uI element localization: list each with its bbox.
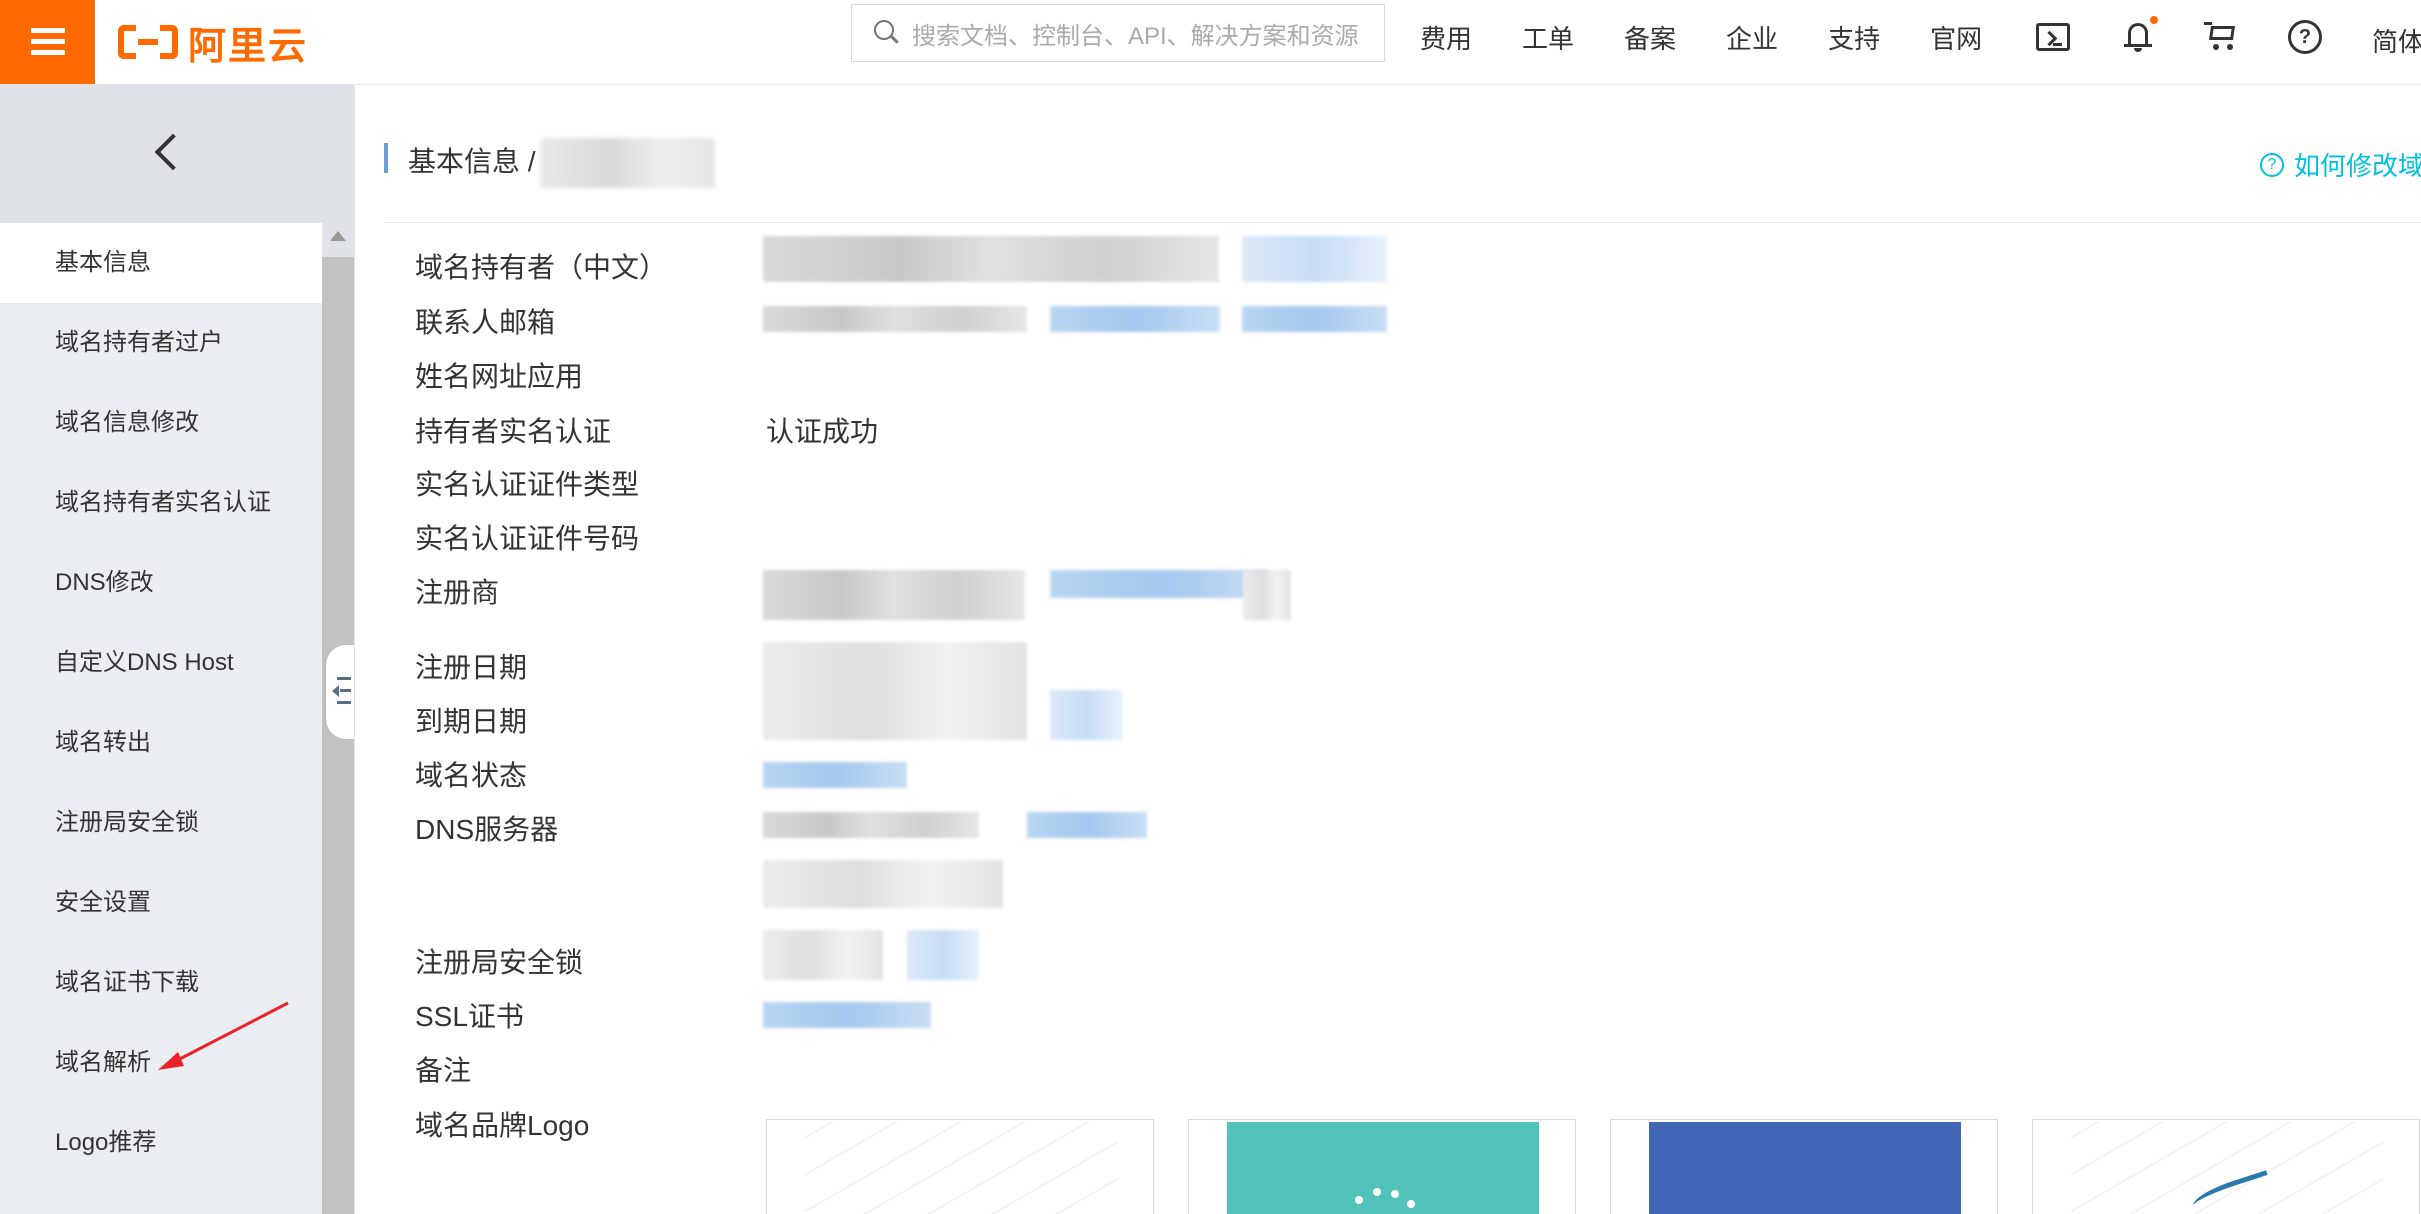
sidebar-item-dns-resolve[interactable]: 域名解析: [0, 1023, 322, 1103]
breadcrumb-accent: [384, 143, 388, 173]
sidebar: 基本信息 域名持有者过户 域名信息修改 域名持有者实名认证 DNS修改 自定义D…: [0, 223, 322, 1214]
sidebar-divider: [354, 85, 355, 1214]
label-brand-logo: 域名品牌Logo: [415, 1110, 590, 1141]
logo-image-4: [2071, 1122, 2383, 1214]
redacted-email-link-1[interactable]: [1050, 306, 1220, 332]
how-to-modify-link[interactable]: ? 如何修改域: [2260, 146, 2421, 183]
brand-name: 阿里云: [188, 25, 309, 68]
logo-card-2[interactable]: [1188, 1119, 1576, 1214]
logo-card-3[interactable]: [1610, 1119, 1998, 1214]
menu-button[interactable]: [0, 0, 95, 84]
terminal-icon[interactable]: [2036, 23, 2070, 51]
label-registrar: 注册商: [415, 577, 500, 608]
search-placeholder: 搜索文档、控制台、API、解决方案和资源: [912, 22, 1359, 50]
logo-image-2: [1227, 1122, 1539, 1214]
logo-card-4[interactable]: [2032, 1119, 2420, 1214]
aliyun-logo[interactable]: 阿里云: [118, 14, 308, 70]
collapse-arrow-icon: [332, 685, 339, 697]
redacted-registrar: [763, 570, 1025, 620]
annotation-arrow: [158, 1001, 289, 1070]
redacted-dns-server-2: [763, 860, 1003, 908]
nav-official-site[interactable]: 官网: [1930, 19, 1982, 56]
label-realname-auth: 持有者实名认证: [415, 416, 612, 447]
sidebar-item-logo[interactable]: Logo推荐: [0, 1103, 322, 1183]
sidebar-item-realname-auth[interactable]: 域名持有者实名认证: [0, 463, 322, 543]
logo-image-1: [805, 1122, 1117, 1214]
sidebar-item-transfer-out[interactable]: 域名转出: [0, 703, 322, 783]
aliyun-logo-icon: [118, 25, 178, 59]
hamburger-icon: [30, 28, 65, 56]
label-registry-lock: 注册局安全锁: [415, 947, 584, 978]
breadcrumb: 基本信息 /: [408, 146, 536, 177]
redacted-dates: [763, 642, 1027, 740]
scroll-up-icon[interactable]: [330, 231, 346, 241]
question-icon: ?: [2260, 152, 2284, 177]
top-bar: 阿里云 搜索文档、控制台、API、解决方案和资源 费用 工单 备案 企业 支持 …: [0, 0, 2421, 85]
how-to-modify-label: 如何修改域: [2294, 151, 2421, 181]
nav-fees[interactable]: 费用: [1420, 19, 1472, 56]
nav-tickets[interactable]: 工单: [1522, 19, 1574, 56]
collapse-sidebar-toggle[interactable]: [326, 645, 354, 739]
search-icon: [852, 4, 912, 62]
sidebar-item-dns-modify[interactable]: DNS修改: [0, 543, 322, 623]
label-holder-cn: 域名持有者（中文）: [415, 252, 668, 283]
label-exp-date: 到期日期: [415, 706, 528, 737]
back-arrow-icon[interactable]: [152, 127, 182, 177]
sidebar-item-custom-dns-host[interactable]: 自定义DNS Host: [0, 623, 322, 703]
help-icon[interactable]: ?: [2288, 20, 2322, 54]
sidebar-item-cert-download[interactable]: 域名证书下载: [0, 943, 322, 1023]
nav-icp[interactable]: 备案: [1624, 19, 1676, 56]
redacted-email-link-2[interactable]: [1242, 306, 1387, 332]
header-divider: [384, 222, 2421, 223]
value-realname-auth: 认证成功: [766, 416, 879, 447]
redacted-holder-cn-link[interactable]: [1242, 236, 1387, 282]
search-box[interactable]: 搜索文档、控制台、API、解决方案和资源: [851, 4, 1385, 62]
label-domain-status: 域名状态: [415, 760, 528, 791]
logo-card-1[interactable]: [766, 1119, 1154, 1214]
redacted-renew-link[interactable]: [1050, 690, 1122, 740]
notification-dot: [2150, 16, 2158, 24]
breadcrumb-domain-redacted: [540, 138, 715, 188]
sidebar-item-registry-lock[interactable]: 注册局安全锁: [0, 783, 322, 863]
redacted-holder-cn: [763, 236, 1219, 282]
redacted-domain-status: [763, 762, 907, 788]
cart-icon[interactable]: [2204, 20, 2238, 52]
redacted-registrar-link[interactable]: [1050, 570, 1270, 598]
sidebar-back-area: [0, 85, 354, 223]
redacted-registry-lock-link[interactable]: [907, 930, 979, 980]
label-cert-type: 实名认证证件类型: [415, 469, 640, 500]
label-dns-servers: DNS服务器: [415, 814, 559, 845]
label-reg-date: 注册日期: [415, 652, 528, 683]
label-contact-email: 联系人邮箱: [415, 307, 556, 338]
label-remark: 备注: [415, 1055, 472, 1086]
sidebar-item-holder-transfer[interactable]: 域名持有者过户: [0, 303, 322, 383]
logo-image-3: [1649, 1122, 1961, 1214]
redacted-ssl-cert: [763, 1002, 931, 1028]
sidebar-item-basic-info[interactable]: 基本信息: [0, 223, 322, 303]
nav-support[interactable]: 支持: [1828, 19, 1880, 56]
redacted-dns-modify-link[interactable]: [1027, 812, 1147, 838]
sidebar-item-info-modify[interactable]: 域名信息修改: [0, 383, 322, 463]
redacted-registrar-extra: [1243, 570, 1291, 620]
top-nav: 费用 工单 备案 企业 支持 官网: [1420, 0, 2032, 74]
label-ssl-cert: SSL证书: [415, 1001, 524, 1032]
redacted-contact-email: [763, 306, 1027, 332]
redacted-dns-server-1: [763, 812, 979, 838]
nav-enterprise[interactable]: 企业: [1726, 19, 1778, 56]
bell-icon[interactable]: [2122, 16, 2158, 54]
sidebar-item-security[interactable]: 安全设置: [0, 863, 322, 943]
label-cert-number: 实名认证证件号码: [415, 523, 640, 554]
label-name-url-app: 姓名网址应用: [415, 361, 584, 392]
language-switch[interactable]: 简体: [2372, 22, 2421, 59]
redacted-registry-lock: [763, 930, 883, 980]
